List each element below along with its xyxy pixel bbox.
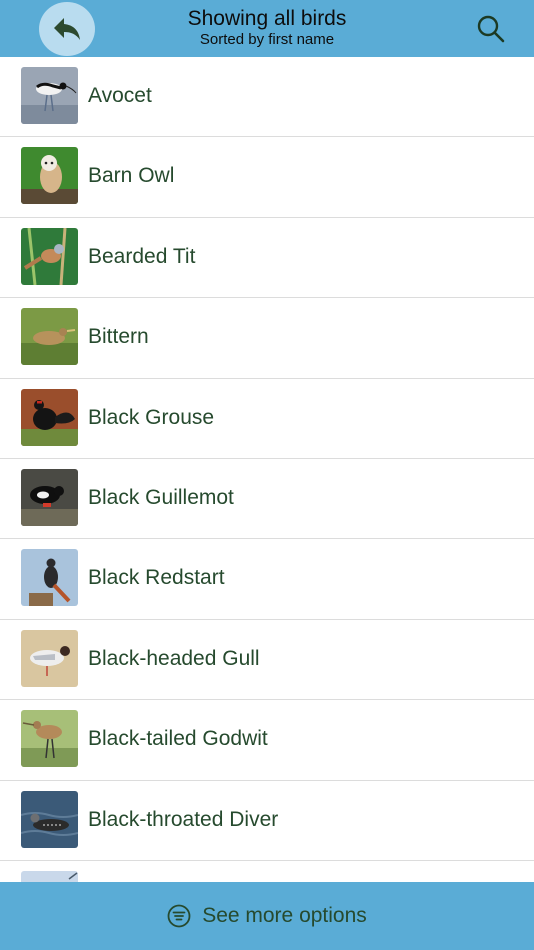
partial-thumbnail [21,870,78,882]
bearded-tit-thumbnail [21,227,78,285]
filter-menu-icon [167,904,191,928]
bird-name: Black Guillemot [88,485,234,509]
see-more-options-label: See more options [202,904,367,927]
bird-name: Black-headed Gull [88,646,260,670]
list-item[interactable]: Barn Owl [0,137,534,218]
barn-owl-thumbnail [21,147,78,205]
search-button[interactable] [476,14,508,46]
search-icon [477,15,505,43]
page-subtitle: Sorted by first name [199,31,335,48]
black-grouse-thumbnail [21,388,78,446]
list-item[interactable]: Black-throated Diver [0,781,534,861]
list-item-partial[interactable] [0,861,534,882]
list-item[interactable]: Black-tailed Godwit [0,700,534,781]
black-tailed-godwit-thumbnail [21,710,78,768]
list-item[interactable]: Black Guillemot [0,459,534,540]
black-headed-gull-thumbnail [21,629,78,687]
page-title: Showing all birds [187,7,347,30]
black-throated-diver-thumbnail [21,790,78,848]
list-item[interactable]: Black-headed Gull [0,620,534,701]
bird-name: Black Redstart [88,566,225,590]
see-more-options-button[interactable]: See more options [0,882,534,950]
list-item[interactable]: Black Redstart [0,539,534,620]
bird-name: Bittern [88,325,149,349]
list-item[interactable]: Bittern [0,298,534,379]
list-item[interactable]: Bearded Tit [0,218,534,299]
top-bar: Showing all birds Sorted by first name [0,0,534,57]
bird-name: Black-tailed Godwit [88,727,268,751]
bird-name: Avocet [88,84,152,107]
list-item[interactable]: Avocet [0,57,534,138]
bird-name: Black-throated Diver [88,807,279,831]
bittern-thumbnail [21,308,78,366]
back-button[interactable] [39,2,95,56]
avocet-thumbnail [21,67,78,124]
bird-name: Barn Owl [88,164,175,188]
header-title-block: Showing all birds Sorted by first name [120,7,414,48]
black-guillemot-thumbnail [21,468,78,526]
black-redstart-thumbnail [21,549,78,607]
list-item[interactable]: Black Grouse [0,379,534,459]
reply-arrow-icon [54,18,80,40]
bird-name: Bearded Tit [88,244,196,268]
bird-list: Avocet Barn Owl Bearded Tit Bittern Blac… [0,57,534,882]
bird-name: Black Grouse [88,405,215,429]
